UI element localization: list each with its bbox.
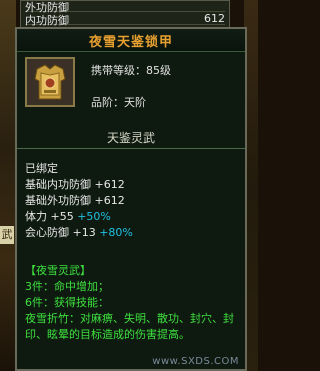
attribute-row: 外功防御 (25, 0, 225, 14)
armor-icon (27, 59, 73, 105)
carry-level-label: 携带等级： (91, 64, 146, 77)
attribute-label: 内功防御 (25, 14, 69, 27)
stat-line: 基础外功防御 +612 (25, 193, 239, 209)
set-bonus: 3件：命中增加； (25, 280, 109, 293)
stat-percent: +50% (77, 210, 111, 223)
attribute-panel: 外功防御 内功防御 612 (20, 0, 230, 28)
divider (17, 148, 245, 149)
bound-status: 已绑定 (25, 162, 58, 175)
stat-value: +612 (94, 194, 125, 207)
background-scene-left: 武 (0, 0, 16, 371)
stat-name: 会心防御 (25, 226, 69, 239)
set-section: 【夜雪灵武】 3件：命中增加； 6件：获得技能： 夜雪折竹：对麻痹、失明、散功、… (25, 263, 239, 343)
set-bonus: 6件：获得技能： (25, 296, 109, 309)
attribute-label: 外功防御 (25, 1, 69, 14)
stat-value: +55 (50, 210, 74, 223)
stat-name: 基础内功防御 (25, 178, 91, 191)
watermark: www.SXDS.COM (152, 356, 239, 367)
attribute-row: 内功防御 612 (25, 12, 225, 27)
stat-percent: +80% (99, 226, 133, 239)
carry-level-value: 85级 (146, 64, 171, 77)
stat-name: 基础外功防御 (25, 194, 91, 207)
stat-name: 体力 (25, 210, 47, 223)
stat-line: 基础内功防御 +612 (25, 177, 239, 193)
stat-line: 会心防御 +13 +80% (25, 225, 239, 241)
side-tab[interactable]: 武 (0, 226, 14, 244)
stat-line: 体力 +55 +50% (25, 209, 239, 225)
set-name: 【夜雪灵武】 (25, 264, 91, 277)
tooltip-title-bar: 夜雪天鉴锁甲 (17, 29, 245, 52)
item-name: 天鉴灵武 (106, 131, 155, 145)
stat-value: +612 (94, 178, 125, 191)
stats-section: 已绑定 基础内功防御 +612 基础外功防御 +612 体力 +55 +50% … (25, 161, 239, 241)
item-icon (25, 57, 75, 107)
stat-value: +13 (72, 226, 96, 239)
item-title: 夜雪天鉴锁甲 (88, 35, 173, 50)
item-tooltip: 夜雪天鉴锁甲 携带等级：85级 品阶：天阶 天鉴灵武 已绑定 基础内功防御 +6… (15, 27, 247, 371)
set-skill-text: 夜雪折竹：对麻痹、失明、散功、封穴、封印、眩晕的目标造成的伤害提高。 (25, 312, 234, 341)
item-rank-value: 天阶 (124, 96, 146, 109)
attribute-value: 612 (204, 12, 225, 25)
item-rank-label: 品阶： (91, 96, 124, 109)
carry-level: 携带等级：85级 (91, 62, 171, 78)
item-rank: 品阶：天阶 (91, 94, 146, 110)
